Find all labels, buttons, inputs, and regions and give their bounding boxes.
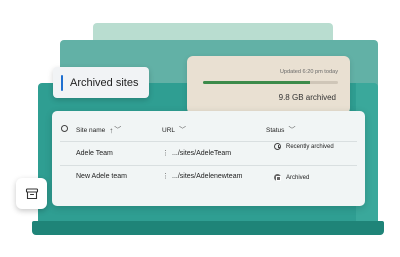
updated-timestamp: Updated 6:20 pm today <box>279 69 338 75</box>
sort-ascending-icon[interactable]: ↑ <box>109 126 113 135</box>
select-all-radio[interactable] <box>61 125 68 132</box>
row-2-status-label: Archived <box>286 174 310 181</box>
header-divider <box>60 141 357 142</box>
column-header-url[interactable]: URL ﹀ <box>162 125 186 135</box>
archived-sites-tab[interactable]: Archived sites <box>53 67 149 98</box>
decorative-panel-base <box>32 221 384 235</box>
clock-icon <box>274 143 281 150</box>
archived-sites-label: Archived sites <box>70 76 139 89</box>
row-2-url[interactable]: .../sites/Adelenewteam <box>172 173 242 180</box>
column-header-status[interactable]: Status ﹀ <box>266 125 295 135</box>
chevron-down-icon[interactable]: ﹀ <box>288 125 295 135</box>
row-1-more-options-icon[interactable]: ⋮ <box>162 149 169 157</box>
storage-card: Updated 6:20 pm today 9.8 GB archived <box>187 56 350 114</box>
row-1-site-name[interactable]: Adele Team <box>76 150 113 157</box>
storage-progress-bar <box>203 81 338 84</box>
storage-progress-fill <box>203 81 310 84</box>
active-indicator <box>61 74 63 91</box>
archive-tile[interactable] <box>16 178 47 209</box>
row-divider <box>60 165 357 166</box>
site-name-header-label: Site name <box>76 126 106 134</box>
row-2-more-options-icon[interactable]: ⋮ <box>162 172 169 180</box>
row-1-status: Recently archived <box>274 143 334 150</box>
chevron-down-icon[interactable]: ﹀ <box>114 125 121 135</box>
row-1-status-label: Recently archived <box>286 143 334 150</box>
status-header-label: Status <box>266 126 285 134</box>
archived-sites-table: Site name ↑ ﹀ URL ﹀ Status ﹀ Adele Team … <box>52 111 365 206</box>
row-2-status: Archived <box>274 174 309 181</box>
chevron-down-icon[interactable]: ﹀ <box>179 125 186 135</box>
column-header-site-name[interactable]: Site name ↑ ﹀ <box>76 125 121 135</box>
storage-used-label: 9.8 GB archived <box>278 93 336 102</box>
archive-status-icon <box>274 174 281 181</box>
archive-box-icon <box>25 187 38 199</box>
row-1-url[interactable]: .../sites/AdeleTeam <box>172 150 231 157</box>
url-header-label: URL <box>162 126 176 134</box>
row-2-site-name[interactable]: New Adele team <box>76 173 127 180</box>
